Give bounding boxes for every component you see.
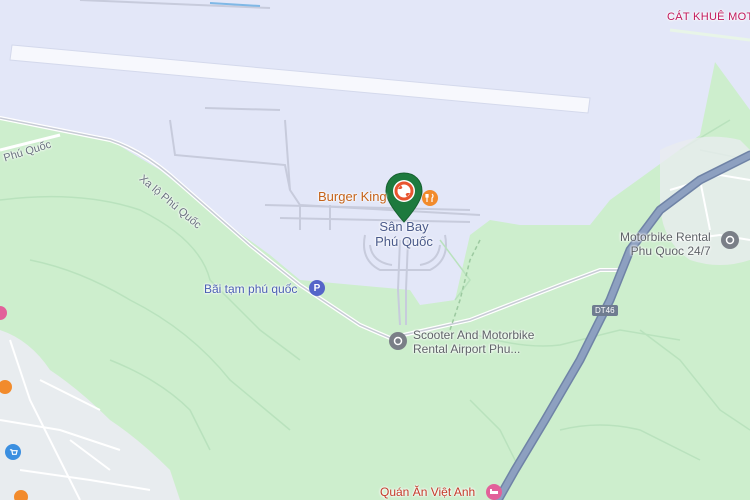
map-pin-icon[interactable] [385, 172, 423, 229]
hotel-icon[interactable] [486, 484, 502, 500]
road-shield-dt46: DT46 [592, 305, 618, 316]
poi-scooter-label[interactable]: Scooter And Motorbike Rental Airport Phu… [413, 328, 534, 356]
map-view[interactable]: Sân Bay Phú Quốc Burger King Bãi tạm phú… [0, 0, 750, 500]
location-dot-icon[interactable] [721, 231, 739, 249]
poi-burger-king-label[interactable]: Burger King [318, 190, 387, 204]
shopping-cart-icon[interactable] [5, 444, 21, 460]
fork-knife-icon[interactable] [422, 190, 438, 206]
location-dot-icon[interactable] [389, 332, 407, 350]
parking-icon[interactable]: P [309, 280, 325, 296]
poi-motorbike-label[interactable]: Motorbike Rental Phu Quoc 24/7 [620, 230, 711, 258]
poi-scooter-line2: Rental Airport Phu... [413, 342, 521, 356]
fork-knife-icon[interactable] [14, 490, 28, 500]
poi-motorbike-line2: Phu Quoc 24/7 [630, 244, 711, 258]
poi-scooter-line1: Scooter And Motorbike [413, 328, 535, 342]
poi-cat-khue-label[interactable]: CÁT KHUÊ MOTO [667, 10, 750, 24]
poi-parking-label[interactable]: Bãi tạm phú quốc [204, 282, 297, 296]
poi-quan-an-label[interactable]: Quán Ăn Việt Anh [380, 485, 475, 499]
airport-label-line2: Phú Quốc [375, 234, 433, 249]
poi-motorbike-line1: Motorbike Rental [620, 230, 711, 244]
